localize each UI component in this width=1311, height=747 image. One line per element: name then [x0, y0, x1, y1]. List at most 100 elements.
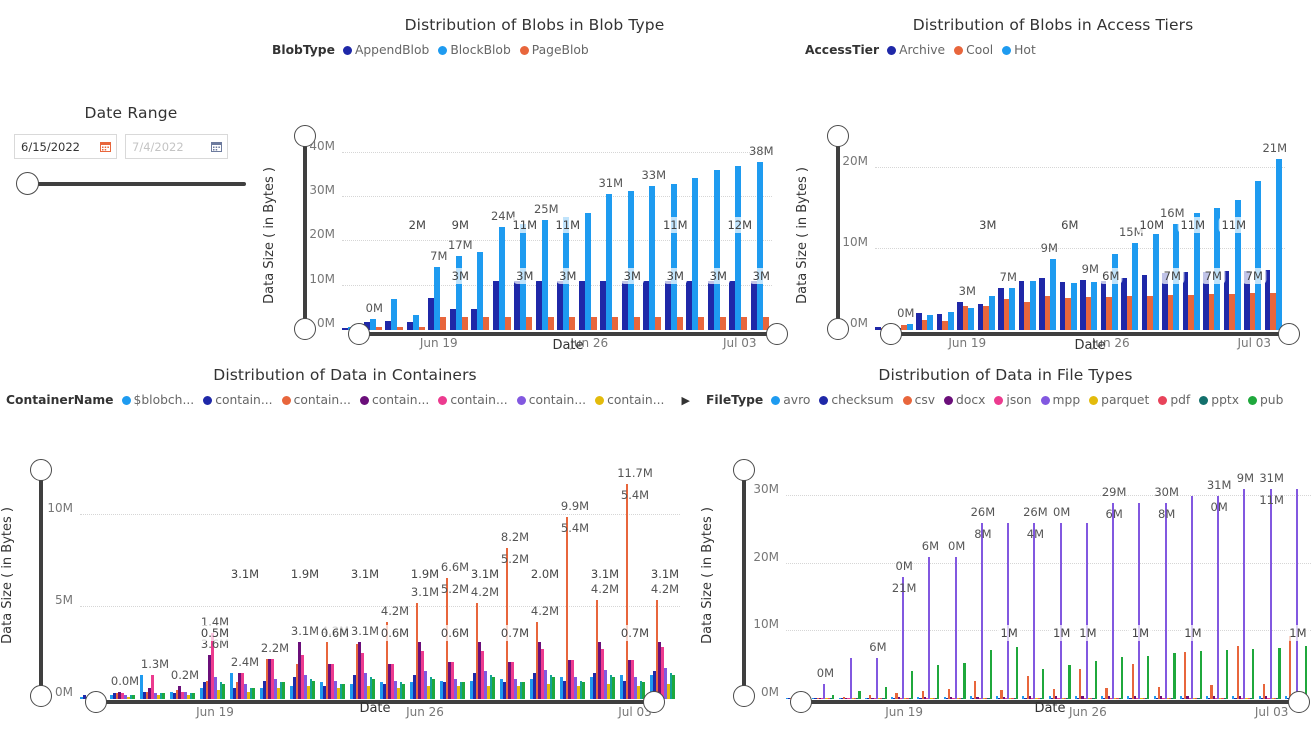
bar-group[interactable]	[786, 469, 812, 699]
legend-item[interactable]: AppendBlob	[342, 43, 429, 57]
bar-group[interactable]	[170, 469, 200, 699]
bar[interactable]	[1289, 636, 1292, 699]
end-date-field[interactable]: 7/4/2022	[125, 134, 228, 159]
bar-group[interactable]	[80, 469, 110, 699]
bar-group[interactable]	[1080, 135, 1101, 330]
bar[interactable]	[692, 178, 699, 330]
bar-group[interactable]	[1101, 469, 1127, 699]
bar[interactable]	[1111, 254, 1118, 330]
bar[interactable]	[1050, 258, 1057, 330]
calendar-icon[interactable]	[211, 141, 222, 152]
bar[interactable]	[1059, 523, 1062, 699]
bar[interactable]	[670, 183, 677, 330]
start-date-field[interactable]: 6/15/2022	[14, 134, 117, 159]
bar-group[interactable]	[1074, 469, 1101, 699]
bar-group[interactable]	[996, 469, 1022, 699]
bar[interactable]	[1033, 523, 1036, 699]
bar-group[interactable]	[110, 469, 140, 699]
slider-handle-bottom[interactable]	[827, 318, 849, 340]
legend-item[interactable]: parquet	[1089, 393, 1149, 407]
bar-group[interactable]	[342, 135, 364, 330]
slider-handle-left[interactable]	[16, 172, 39, 195]
bar[interactable]	[1295, 489, 1298, 699]
bar[interactable]	[1255, 180, 1262, 330]
bar-group[interactable]	[1039, 135, 1060, 330]
bar-group[interactable]	[320, 469, 350, 699]
bar[interactable]	[954, 556, 957, 699]
y-axis-range-slider[interactable]	[733, 459, 755, 707]
bar[interactable]	[1164, 502, 1167, 699]
legend-item[interactable]: Cool	[954, 43, 993, 57]
legend-item[interactable]: docx	[944, 393, 985, 407]
bar[interactable]	[1132, 243, 1139, 330]
bar-group[interactable]	[750, 135, 773, 330]
bar[interactable]	[1138, 502, 1141, 699]
legend-item[interactable]: checksum	[819, 393, 894, 407]
legend-item[interactable]: csv	[902, 393, 935, 407]
legend-item[interactable]: Archive	[887, 43, 945, 57]
bar-group[interactable]	[385, 135, 407, 330]
bar[interactable]	[1190, 496, 1193, 699]
slider-handle-top[interactable]	[30, 459, 52, 481]
bar-group[interactable]	[1127, 469, 1153, 699]
chevron-right-icon[interactable]: ▶	[681, 395, 689, 406]
slider-handle-bottom[interactable]	[30, 685, 52, 707]
legend-item[interactable]: contain...	[359, 393, 429, 407]
legend-item[interactable]: pub	[1247, 393, 1283, 407]
bar-group[interactable]	[1179, 469, 1206, 699]
bar-group[interactable]	[864, 469, 891, 699]
bar[interactable]	[1085, 523, 1088, 699]
legend-item[interactable]: json	[994, 393, 1032, 407]
bar-group[interactable]	[380, 469, 410, 699]
bar[interactable]	[1243, 489, 1246, 699]
legend-item[interactable]: pdf	[1158, 393, 1190, 407]
bar-group[interactable]	[600, 135, 622, 330]
bar[interactable]	[713, 170, 720, 330]
bar-group[interactable]	[916, 135, 937, 330]
bar[interactable]	[541, 220, 548, 330]
bar-group[interactable]	[471, 135, 493, 330]
bar-group[interactable]	[686, 135, 708, 330]
bar[interactable]	[756, 161, 763, 330]
bar[interactable]	[1007, 523, 1010, 699]
calendar-icon[interactable]	[100, 141, 111, 152]
bar-group[interactable]	[936, 135, 958, 330]
bar-group[interactable]	[260, 469, 290, 699]
legend-item[interactable]: mpp	[1040, 393, 1080, 407]
bar[interactable]	[627, 191, 634, 330]
bar-group[interactable]	[875, 135, 896, 330]
bar-group[interactable]	[1232, 469, 1258, 699]
bar[interactable]	[1217, 496, 1220, 699]
bar-group[interactable]	[1264, 135, 1286, 330]
legend-item[interactable]: avro	[771, 393, 810, 407]
bar-group[interactable]	[895, 135, 917, 330]
bar-group[interactable]	[578, 135, 601, 330]
bar[interactable]	[928, 556, 931, 699]
bar[interactable]	[584, 213, 591, 330]
bar-group[interactable]	[1284, 469, 1311, 699]
y-axis-range-slider[interactable]	[30, 459, 52, 707]
legend-item[interactable]: $blobch...	[121, 393, 194, 407]
bar-group[interactable]	[500, 469, 530, 699]
bar[interactable]	[498, 226, 505, 330]
bar[interactable]	[606, 193, 613, 330]
slider-handle-top[interactable]	[733, 459, 755, 481]
bar[interactable]	[672, 675, 676, 699]
bar-group[interactable]	[1018, 135, 1040, 330]
bar-group[interactable]	[530, 469, 560, 699]
bar-group[interactable]	[620, 469, 650, 699]
legend-item[interactable]: pptx	[1199, 393, 1239, 407]
bar[interactable]	[1275, 159, 1282, 330]
bar-group[interactable]	[350, 469, 380, 699]
bar-group[interactable]	[290, 469, 320, 699]
bar[interactable]	[1112, 502, 1115, 699]
bar[interactable]	[1152, 234, 1159, 330]
bar-group[interactable]	[957, 135, 978, 330]
slider-handle-top[interactable]	[827, 125, 849, 147]
bar-group[interactable]	[998, 135, 1019, 330]
bar-group[interactable]	[621, 135, 644, 330]
legend-item[interactable]: contain...	[595, 393, 664, 407]
bar-group[interactable]	[917, 469, 943, 699]
bar[interactable]	[980, 523, 983, 699]
bar-group[interactable]	[428, 135, 450, 330]
